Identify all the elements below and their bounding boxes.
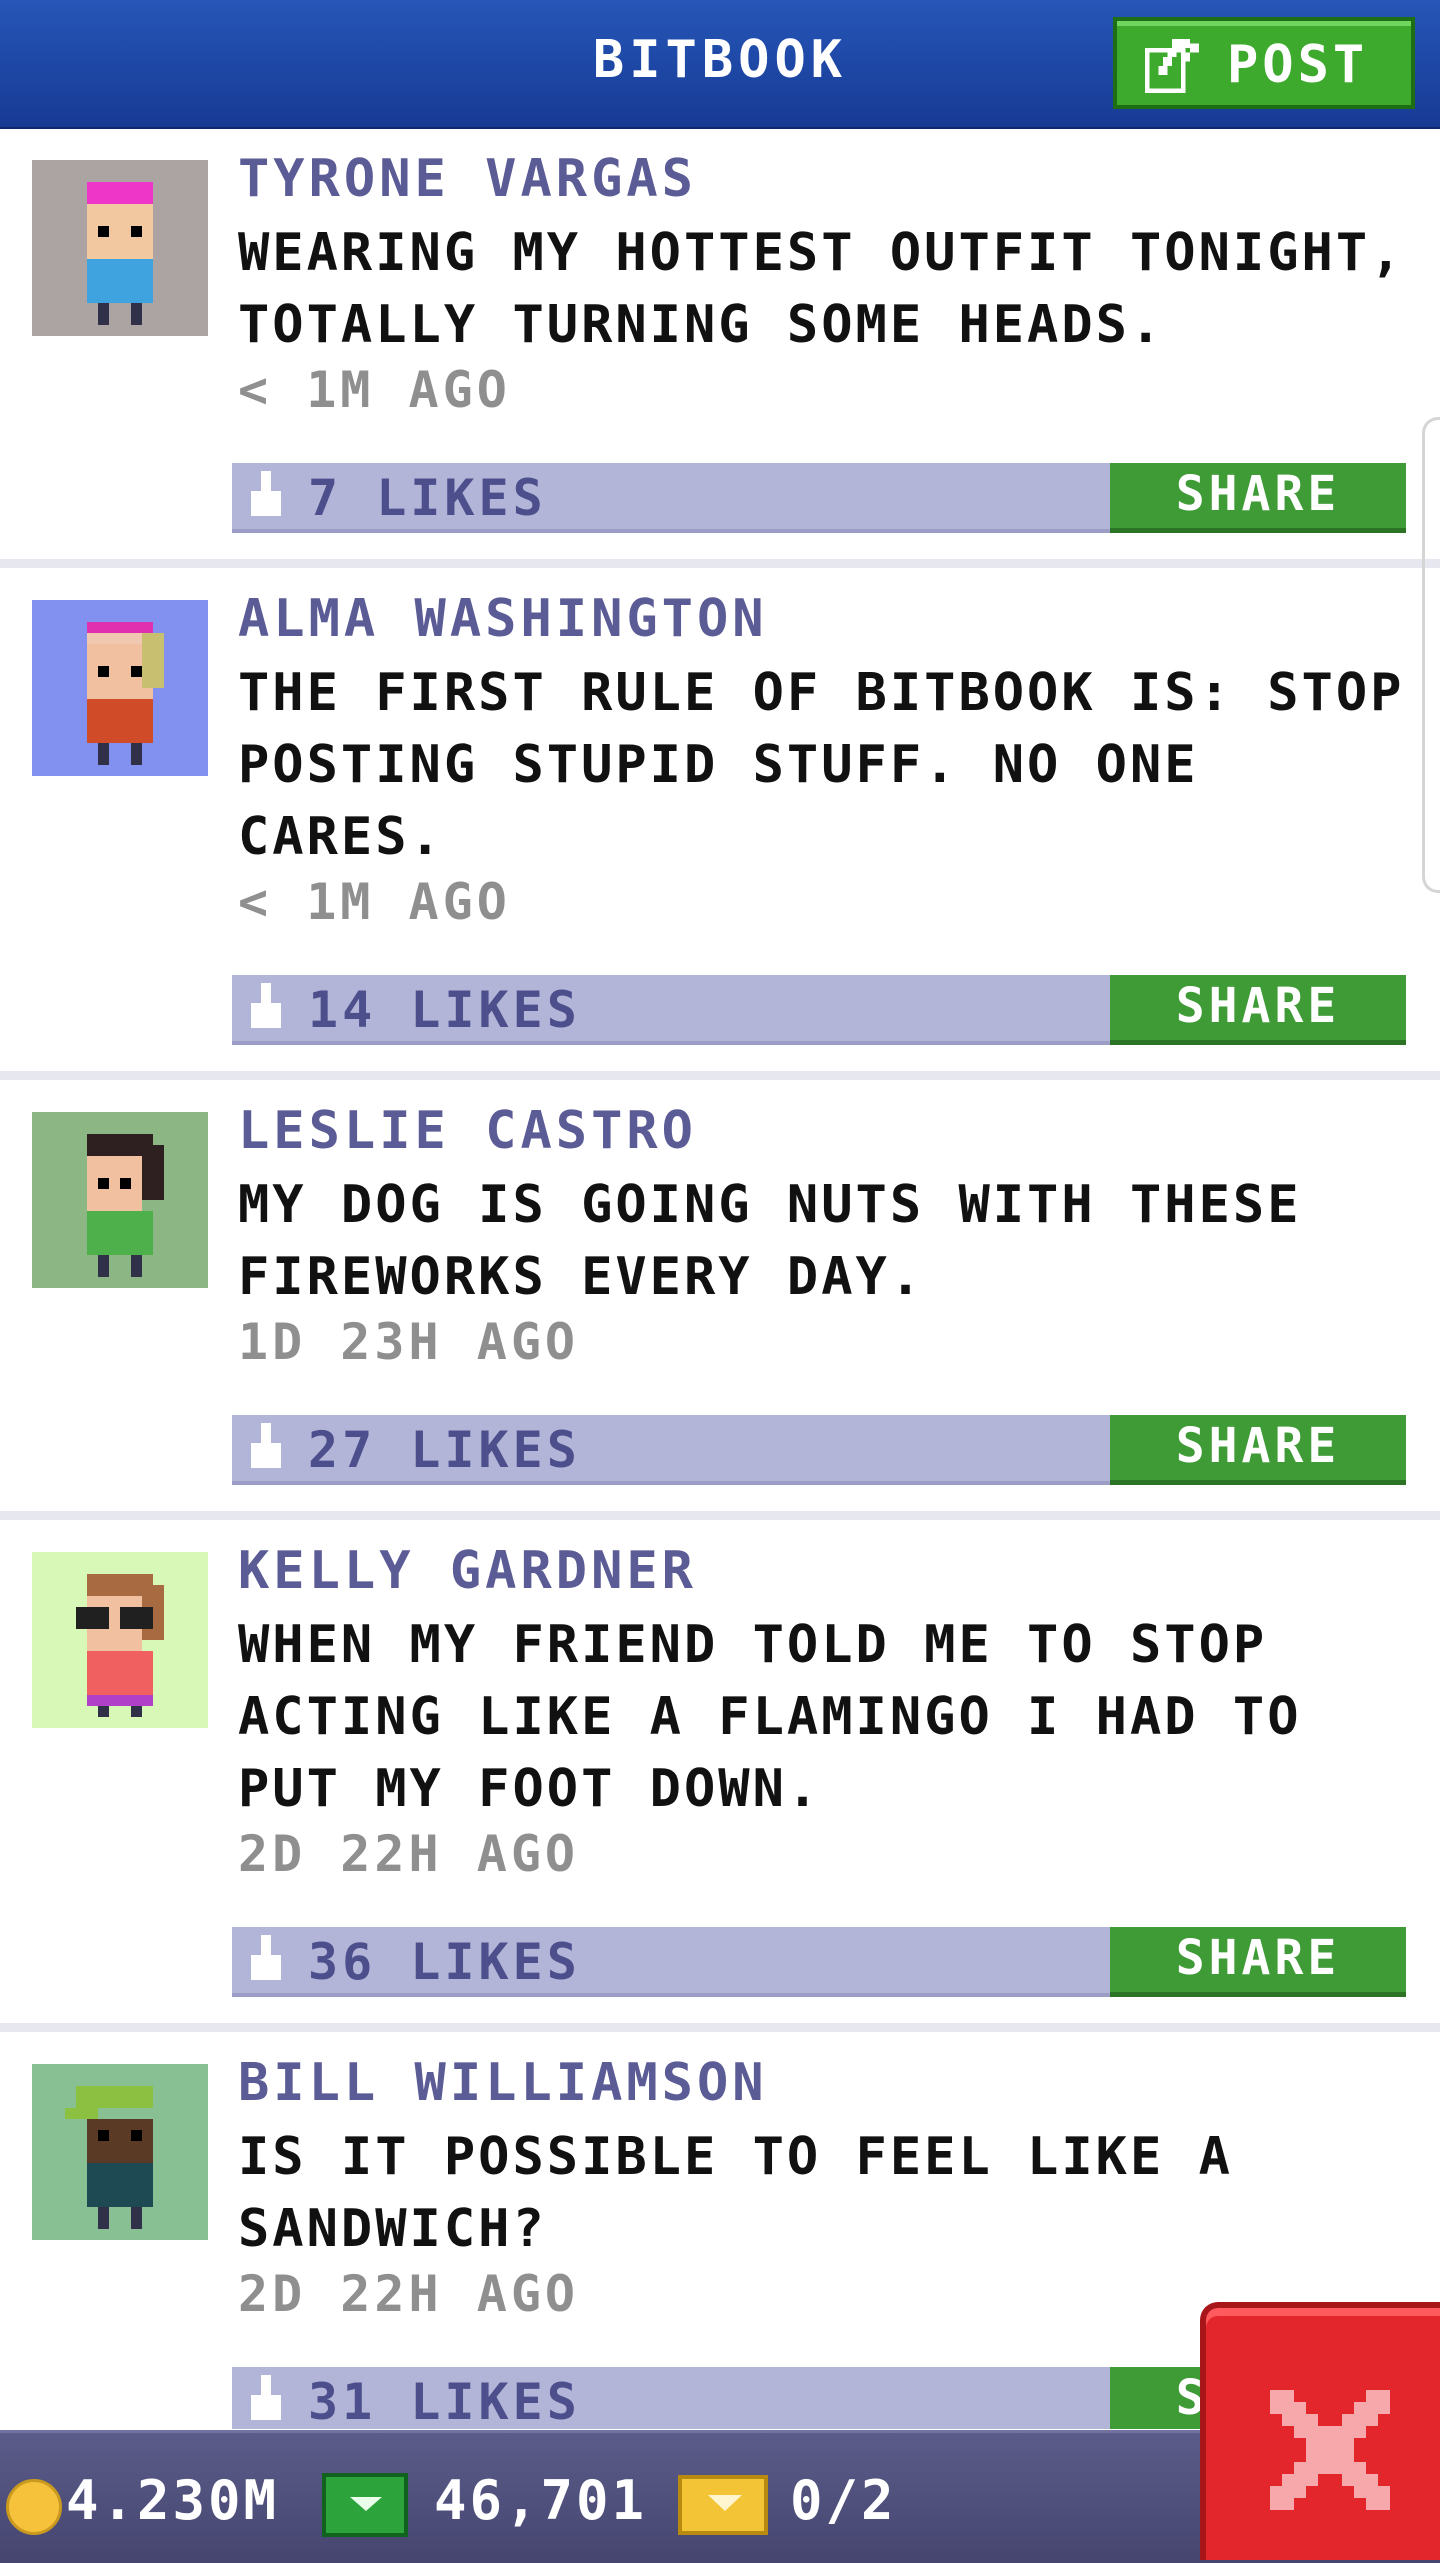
avatar[interactable] (32, 1112, 208, 1288)
tickets-value: 0/2 (790, 2469, 897, 2532)
coin-icon (6, 2479, 62, 2535)
thumbs-up-icon (251, 983, 281, 1028)
likes-count: 7 LIKES (308, 469, 547, 527)
post-timestamp: 1D 23H AGO (238, 1313, 580, 1371)
post-timestamp: < 1M AGO (238, 361, 511, 419)
likes-count: 14 LIKES (308, 981, 581, 1039)
cash-value: 46,701 (434, 2469, 648, 2532)
post-author[interactable]: KELLY GARDNER (238, 1541, 697, 1601)
post-button[interactable]: POST (1113, 17, 1415, 109)
likes-count: 27 LIKES (308, 1421, 581, 1479)
post-message: WEARING MY HOTTEST OUTFIT TONIGHT, TOTAL… (238, 223, 1405, 355)
likes-count: 31 LIKES (308, 2373, 581, 2429)
likes-count: 36 LIKES (308, 1933, 581, 1991)
post-timestamp: < 1M AGO (238, 873, 511, 931)
thumbs-up-icon (251, 471, 281, 516)
share-button[interactable]: SHARE (1110, 1415, 1406, 1485)
share-button[interactable]: SHARE (1110, 463, 1406, 533)
top-bar: BITBOOK POST (0, 0, 1440, 129)
divider (0, 1511, 1440, 1520)
avatar[interactable] (32, 160, 208, 336)
thumbs-up-icon (251, 2375, 281, 2420)
likes-bar: 36 LIKES SHARE (232, 1927, 1406, 1997)
likes-bar: 27 LIKES SHARE (232, 1415, 1406, 1485)
divider (0, 2023, 1440, 2032)
post-author[interactable]: ALMA WASHINGTON (238, 589, 768, 649)
thumbs-up-icon (251, 1423, 281, 1468)
close-button[interactable] (1200, 2302, 1440, 2560)
thumbs-up-icon (251, 1935, 281, 1980)
post-message: WHEN MY FRIEND TOLD ME TO STOP ACTING LI… (238, 1615, 1302, 1819)
post-message: THE FIRST RULE OF BITBOOK IS: STOP POSTI… (238, 663, 1405, 867)
avatar[interactable] (32, 2064, 208, 2240)
share-button[interactable]: SHARE (1110, 975, 1406, 1045)
post-timestamp: 2D 22H AGO (238, 1825, 580, 1883)
post-author[interactable]: TYRONE VARGAS (238, 149, 697, 209)
share-button[interactable]: SHARE (1110, 1927, 1406, 1997)
avatar[interactable] (32, 600, 208, 776)
likes-bar: 7 LIKES SHARE (232, 463, 1406, 533)
divider (0, 559, 1440, 568)
avatar[interactable] (32, 1552, 208, 1728)
close-icon (1270, 2390, 1390, 2510)
post-message: MY DOG IS GOING NUTS WITH THESE FIREWORK… (238, 1175, 1302, 1307)
post-timestamp: 2D 22H AGO (238, 2265, 580, 2323)
divider (0, 1071, 1440, 1080)
likes-bar: 14 LIKES SHARE (232, 975, 1406, 1045)
ticket-icon (678, 2475, 768, 2535)
cash-icon (322, 2473, 408, 2537)
post-message: IS IT POSSIBLE TO FEEL LIKE A SANDWICH? (238, 2127, 1233, 2259)
edit-icon (1145, 39, 1199, 93)
post-author[interactable]: BILL WILLIAMSON (238, 2053, 768, 2113)
post-author[interactable]: LESLIE CASTRO (238, 1101, 697, 1161)
post-button-label: POST (1227, 35, 1369, 95)
feed[interactable]: TYRONE VARGAS WEARING MY HOTTEST OUTFIT … (0, 129, 1440, 2429)
scroll-indicator[interactable] (1422, 417, 1440, 893)
coins-value: 4.230M (66, 2469, 280, 2532)
